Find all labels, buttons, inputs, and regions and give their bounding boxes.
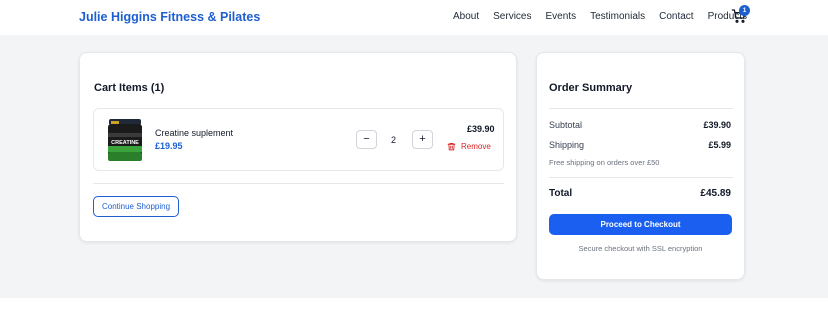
shipping-value: £5.99 <box>708 140 731 150</box>
order-summary-card: Order Summary Subtotal £39.90 Shipping £… <box>536 52 745 280</box>
cart-item: CREATINE Creatine suplement £19.95 − 2 +… <box>93 108 504 171</box>
remove-item-button[interactable]: Remove <box>447 142 491 151</box>
total-label: Total <box>549 188 573 199</box>
svg-text:CREATINE: CREATINE <box>111 140 139 146</box>
decrease-quantity-button[interactable]: − <box>356 130 377 149</box>
cart-divider <box>93 183 504 184</box>
nav-link-about[interactable]: About <box>453 11 479 22</box>
nav-link-events[interactable]: Events <box>546 11 577 22</box>
trash-icon <box>447 143 456 151</box>
cart-items-title: Cart Items (1) <box>94 82 165 94</box>
creatine-tub-image: CREATINE <box>108 119 142 161</box>
order-summary-title: Order Summary <box>549 82 633 94</box>
continue-shopping-button[interactable]: Continue Shopping <box>93 196 179 217</box>
nav-link-testimonials[interactable]: Testimonials <box>590 11 645 22</box>
proceed-to-checkout-button[interactable]: Proceed to Checkout <box>549 214 732 235</box>
navbar: Julie Higgins Fitness & Pilates About Se… <box>0 0 828 35</box>
remove-item-label: Remove <box>461 142 491 151</box>
nav-link-services[interactable]: Services <box>493 11 531 22</box>
item-line-total: £39.90 <box>467 124 495 134</box>
cart-items-card: Cart Items (1) CREATINE Creatine supleme… <box>79 52 517 242</box>
free-shipping-note: Free shipping on orders over £50 <box>549 158 660 167</box>
product-image: CREATINE <box>107 119 143 161</box>
product-name[interactable]: Creatine suplement <box>155 128 233 138</box>
main-nav: About Services Events Testimonials Conta… <box>453 11 747 22</box>
secure-checkout-note: Secure checkout with SSL encryption <box>578 244 703 253</box>
nav-link-contact[interactable]: Contact <box>659 11 693 22</box>
cart-count-badge: 1 <box>739 5 750 16</box>
subtotal-value: £39.90 <box>703 120 731 130</box>
increase-quantity-button[interactable]: + <box>412 130 433 149</box>
subtotal-label: Subtotal <box>549 120 583 130</box>
page-footer-strip <box>0 298 828 314</box>
summary-divider-bottom <box>549 177 733 178</box>
brand-logo[interactable]: Julie Higgins Fitness & Pilates <box>79 10 260 24</box>
quantity-value: 2 <box>391 135 397 145</box>
summary-divider-top <box>549 108 733 109</box>
product-unit-price: £19.95 <box>155 141 183 151</box>
total-value: £45.89 <box>700 188 731 199</box>
shipping-label: Shipping <box>549 140 585 150</box>
